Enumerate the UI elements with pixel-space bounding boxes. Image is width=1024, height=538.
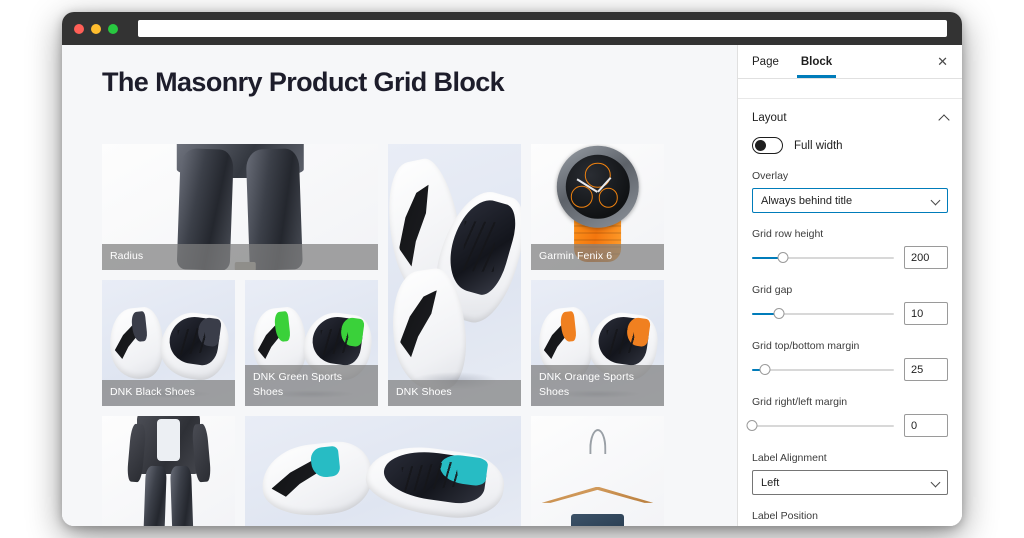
slider-control[interactable]	[752, 363, 894, 377]
minimize-window-button[interactable]	[91, 23, 101, 34]
chevron-down-icon	[930, 195, 941, 206]
overlay-field: Overlay Always behind title	[738, 170, 962, 213]
select-fields: Label Alignment Left Label Position Bott…	[738, 452, 962, 526]
page-body: The Masonry Product Grid Block Radius DN…	[62, 45, 962, 526]
product-tile[interactable]	[245, 416, 521, 526]
slider-label: Grid row height	[752, 228, 824, 240]
slider-number-input[interactable]: 200	[904, 246, 948, 269]
browser-window: The Masonry Product Grid Block Radius DN…	[62, 12, 962, 526]
tab-page[interactable]: Page	[752, 47, 779, 77]
editor-canvas: The Masonry Product Grid Block Radius DN…	[62, 45, 737, 526]
slider-control[interactable]	[746, 419, 894, 433]
maximize-window-button[interactable]	[108, 23, 118, 34]
sidebar-scroll-area[interactable]: Layout Full width Overlay Always behind …	[738, 99, 962, 526]
product-label: Garmin Fenix 6	[531, 244, 664, 270]
product-label: DNK Black Shoes	[102, 380, 235, 406]
close-sidebar-button[interactable]: ✕	[937, 55, 948, 68]
product-image	[531, 416, 664, 526]
select-field: Label Position Bottom	[738, 510, 962, 526]
slider-number-input[interactable]: 10	[904, 302, 948, 325]
slider-track	[752, 368, 894, 371]
product-tile[interactable]: DNK Shoes	[388, 144, 521, 406]
product-label: DNK Green Sports Shoes	[245, 365, 378, 406]
slider-number-input[interactable]: 0	[904, 414, 948, 437]
slider-thumb[interactable]	[759, 364, 771, 375]
slider-label: Grid right/left margin	[752, 396, 848, 408]
full-width-toggle[interactable]	[752, 137, 783, 154]
overlay-label: Overlay	[752, 170, 789, 182]
select-label: Label Position	[752, 510, 818, 522]
product-tile[interactable]: Radius	[102, 144, 378, 270]
slider-control[interactable]	[752, 307, 894, 321]
product-tile[interactable]: DNK Green Sports Shoes	[245, 280, 378, 406]
slider-field: Grid right/left margin 0	[738, 396, 962, 437]
product-grid: Radius DNK Shoes Garmin Fenix 6 DNK Blac…	[102, 144, 664, 526]
slider-track	[752, 424, 894, 427]
sidebar-tabs: Page Block ✕	[738, 45, 962, 79]
close-window-button[interactable]	[74, 23, 84, 34]
chevron-down-icon	[930, 477, 941, 488]
slider-thumb[interactable]	[773, 308, 785, 319]
product-tile[interactable]: DNK Black Shoes	[102, 280, 235, 406]
product-tile[interactable]	[102, 416, 235, 526]
product-image	[102, 416, 235, 526]
tab-block[interactable]: Block	[796, 47, 837, 78]
product-image	[245, 416, 521, 526]
slider-fields: Grid row height 200 Grid gap 10 Grid top…	[738, 228, 962, 437]
product-tile[interactable]: DNK Orange Sports Shoes	[531, 280, 664, 406]
traffic-lights	[74, 23, 118, 34]
full-width-label: Full width	[794, 139, 843, 152]
product-tile[interactable]: Garmin Fenix 6	[531, 144, 664, 270]
product-tile[interactable]	[531, 416, 664, 526]
slider-number-input[interactable]: 25	[904, 358, 948, 381]
slider-field: Grid gap 10	[738, 284, 962, 325]
select-field: Label Alignment Left	[738, 452, 962, 495]
slider-field: Grid top/bottom margin 25	[738, 340, 962, 381]
overlay-select-value: Always behind title	[761, 194, 853, 207]
page-title: The Masonry Product Grid Block	[102, 67, 505, 97]
product-label: DNK Shoes	[388, 380, 521, 406]
overlay-select[interactable]: Always behind title	[752, 188, 948, 213]
slider-thumb[interactable]	[746, 420, 758, 431]
full-width-row: Full width	[738, 135, 962, 170]
select-value: Left	[761, 476, 780, 489]
select-control[interactable]: Left	[752, 470, 948, 495]
product-label: DNK Orange Sports Shoes	[531, 365, 664, 406]
sidebar-spacer	[738, 79, 962, 99]
url-input[interactable]	[138, 20, 947, 37]
slider-label: Grid gap	[752, 284, 793, 296]
slider-thumb[interactable]	[777, 252, 789, 263]
slider-label: Grid top/bottom margin	[752, 340, 860, 352]
select-label: Label Alignment	[752, 452, 827, 464]
browser-titlebar	[62, 12, 962, 45]
product-image	[388, 144, 521, 406]
toggle-knob	[755, 140, 766, 151]
chevron-up-icon	[938, 113, 950, 126]
slider-control[interactable]	[752, 251, 894, 265]
product-label: Radius	[102, 244, 378, 270]
layout-panel-header[interactable]: Layout	[738, 99, 962, 135]
slider-field: Grid row height 200	[738, 228, 962, 269]
layout-panel-title: Layout	[752, 112, 787, 124]
settings-sidebar: Page Block ✕ Layout Full width Overlay A…	[737, 45, 962, 526]
